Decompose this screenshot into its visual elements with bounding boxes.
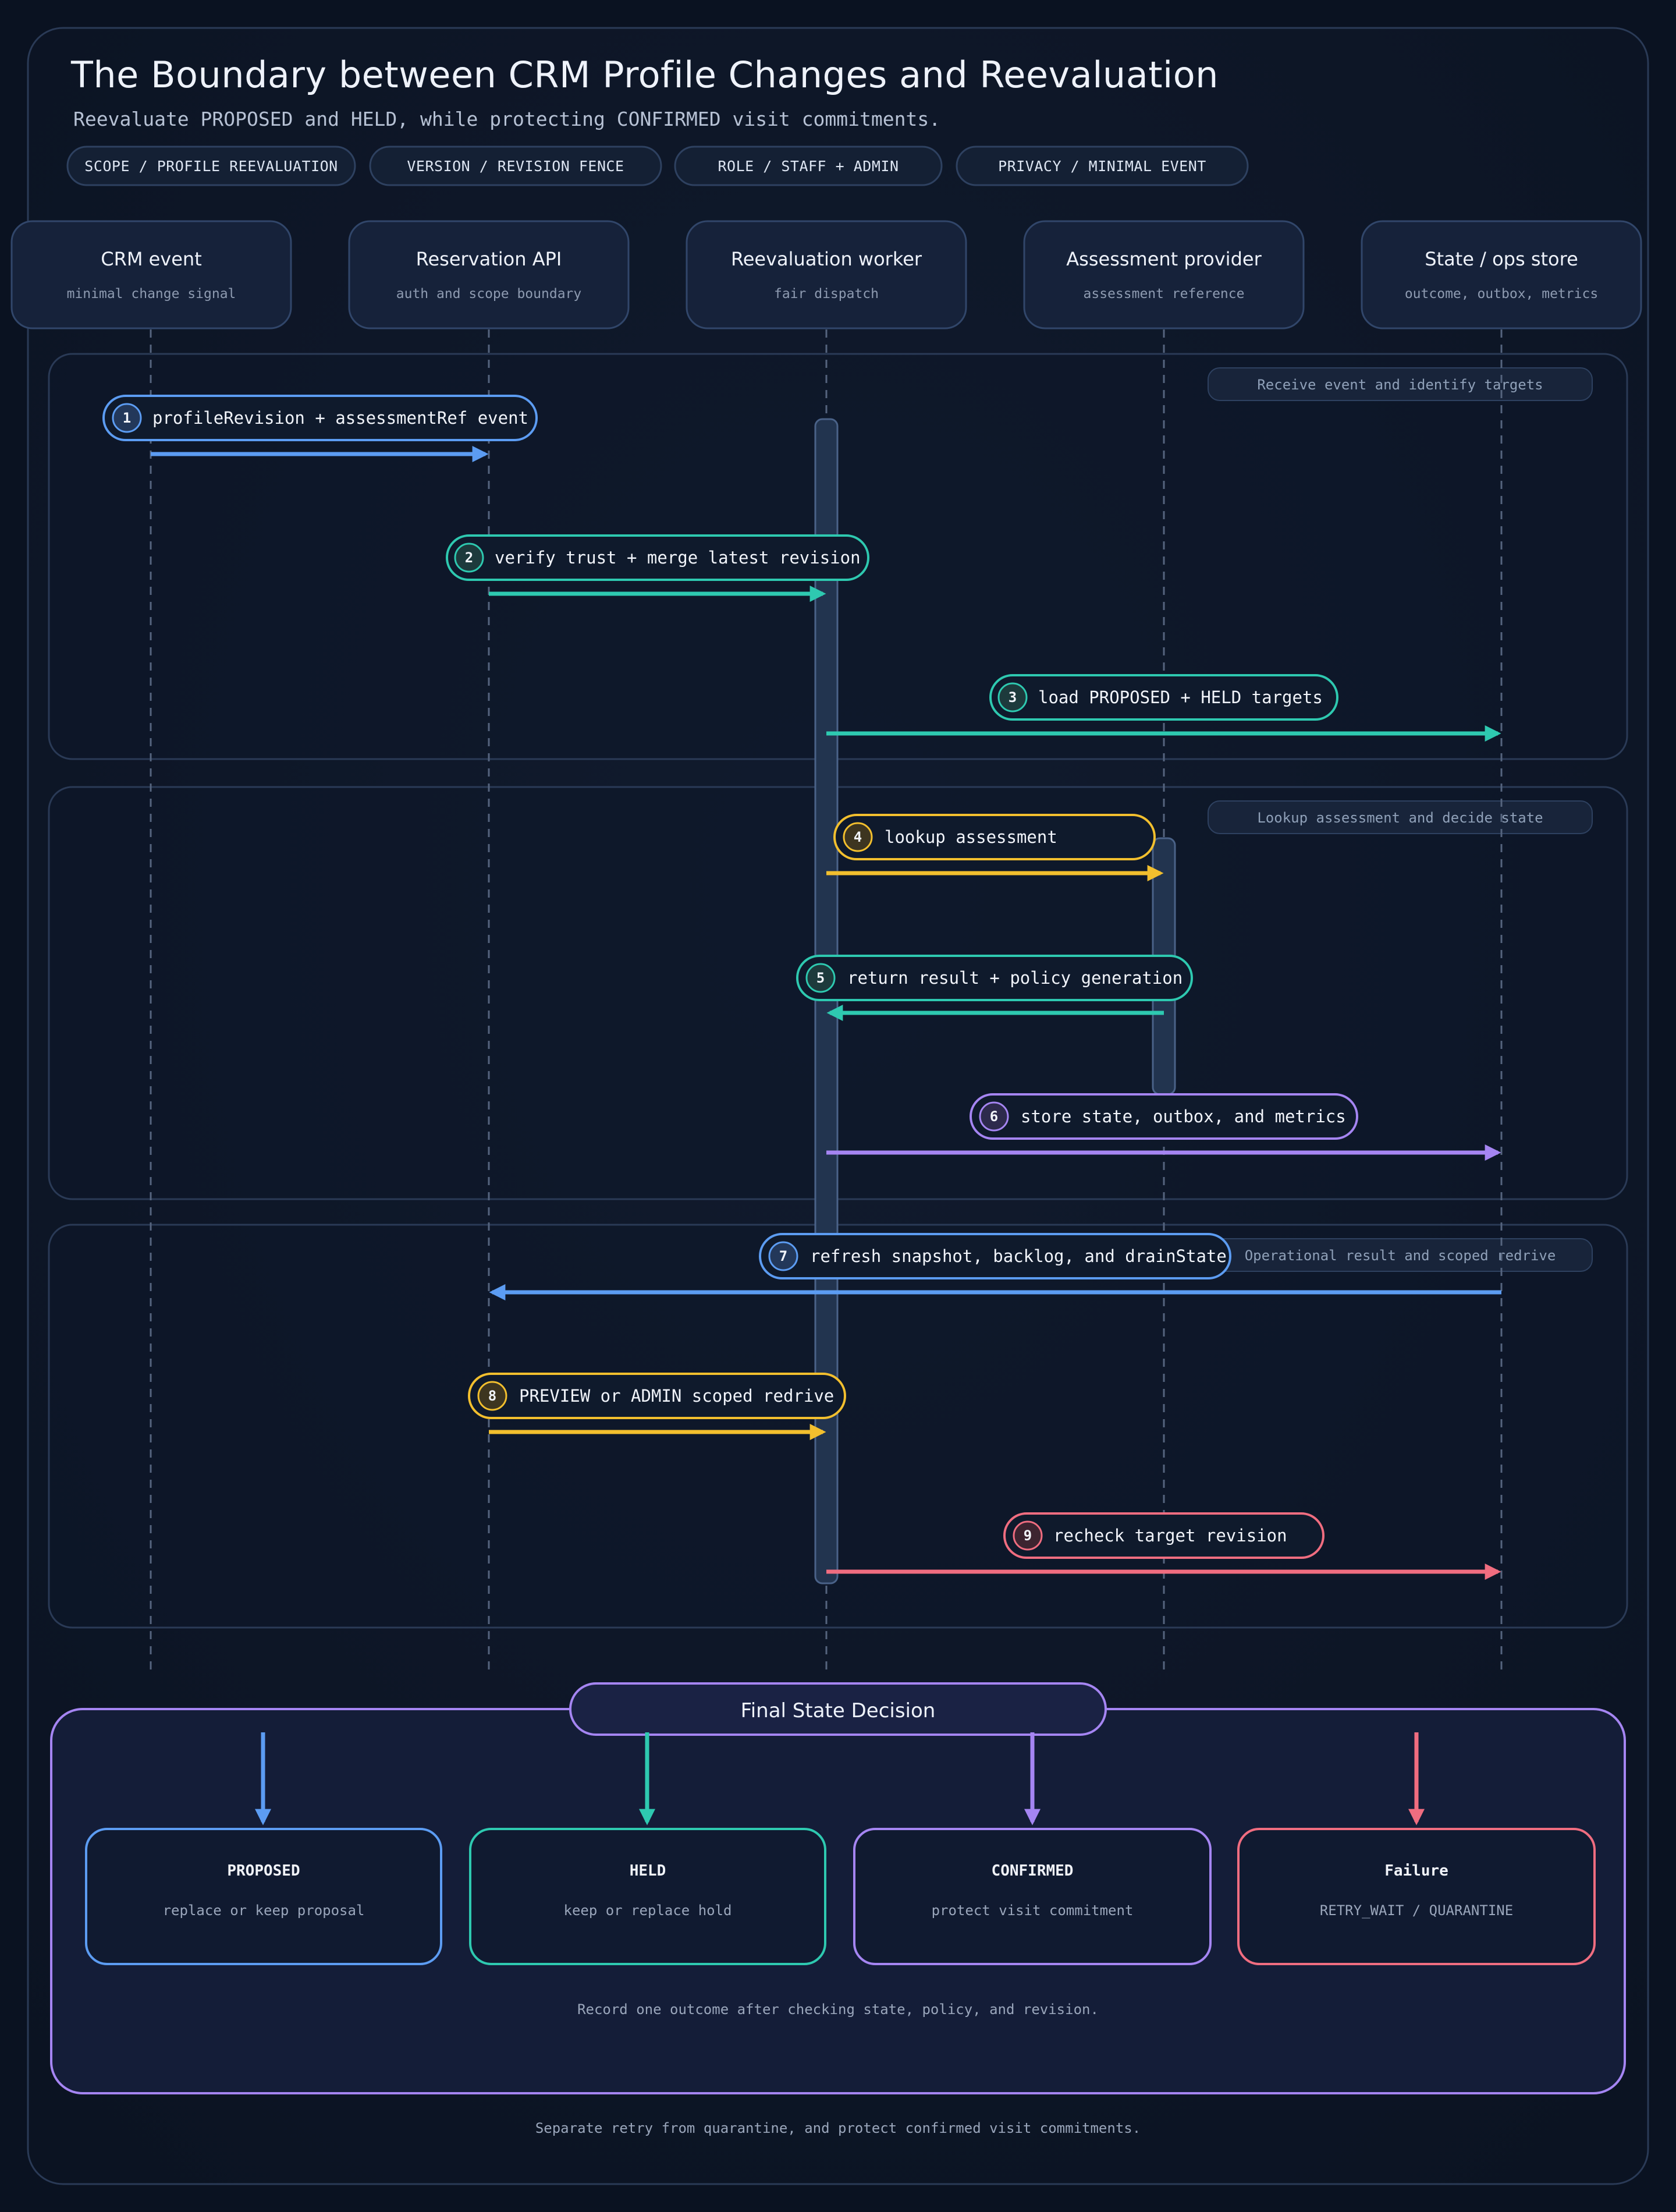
participant-subtitle: assessment reference xyxy=(1084,286,1245,302)
chip-privacy: PRIVACY / MINIMAL EVENT xyxy=(956,146,1249,186)
phase-tag-operational: Operational result and scoped redrive xyxy=(1208,1238,1593,1272)
participant-subtitle: fair dispatch xyxy=(774,286,879,302)
participant-title: Reservation API xyxy=(416,248,562,270)
message-label: refresh snapshot, backlog, and drainStat… xyxy=(810,1246,1227,1266)
footer-note: Separate retry from quarantine, and prot… xyxy=(535,2120,1141,2136)
phase-label: Receive event and identify targets xyxy=(1257,377,1543,393)
participant-reevaluation-worker: Reevaluation worker fair dispatch xyxy=(686,220,967,329)
message-label: PREVIEW or ADMIN scoped redrive xyxy=(519,1386,834,1406)
message-label: load PROPOSED + HELD targets xyxy=(1038,687,1323,707)
message-label: verify trust + merge latest revision xyxy=(495,548,861,568)
participant-crm-event: CRM event minimal change signal xyxy=(10,220,292,329)
message-label: store state, outbox, and metrics xyxy=(1021,1107,1346,1126)
outcome-subtitle: keep or replace hold xyxy=(564,1902,732,1919)
outcome-proposed: PROPOSED replace or keep proposal xyxy=(85,1828,442,1965)
step-number: 9 xyxy=(1024,1527,1032,1544)
outcome-confirmed: CONFIRMED protect visit commitment xyxy=(853,1828,1212,1965)
message-label: return result + policy generation xyxy=(847,968,1183,988)
outcome-subtitle: protect visit commitment xyxy=(932,1902,1134,1919)
chip-version: VERSION / REVISION FENCE xyxy=(369,146,662,186)
step-number: 7 xyxy=(779,1248,787,1264)
chip-label: ROLE / STAFF + ADMIN xyxy=(718,158,899,175)
participant-subtitle: auth and scope boundary xyxy=(396,286,582,302)
message-label: profileRevision + assessmentRef event xyxy=(152,408,528,428)
participant-state-store: State / ops store outcome, outbox, metri… xyxy=(1361,220,1642,329)
step-number: 3 xyxy=(1009,689,1017,706)
step-number: 6 xyxy=(990,1108,998,1125)
chip-role: ROLE / STAFF + ADMIN xyxy=(674,146,943,186)
chip-scope: SCOPE / PROFILE REEVALUATION xyxy=(66,146,356,186)
participant-title: Reevaluation worker xyxy=(731,248,922,270)
participant-assessment-provider: Assessment provider assessment reference xyxy=(1023,220,1305,329)
step-number: 5 xyxy=(816,970,825,986)
phase-label: Lookup assessment and decide state xyxy=(1257,810,1543,826)
phase-label: Operational result and scoped redrive xyxy=(1245,1247,1556,1264)
outcome-title: HELD xyxy=(630,1862,666,1880)
message-label: recheck target revision xyxy=(1053,1526,1287,1545)
step-number: 2 xyxy=(465,550,473,566)
phase-tag-lookup: Lookup assessment and decide state xyxy=(1208,800,1593,834)
chip-label: VERSION / REVISION FENCE xyxy=(407,158,624,175)
step-number: 1 xyxy=(123,410,131,426)
participant-title: Assessment provider xyxy=(1066,248,1262,270)
chip-label: PRIVACY / MINIMAL EVENT xyxy=(998,158,1206,175)
outcome-subtitle: RETRY_WAIT / QUARANTINE xyxy=(1320,1902,1513,1919)
decision-note: Record one outcome after checking state,… xyxy=(577,2001,1099,2018)
outcome-title: CONFIRMED xyxy=(992,1862,1074,1880)
chip-label: SCOPE / PROFILE REEVALUATION xyxy=(84,158,338,175)
page-title: The Boundary between CRM Profile Changes… xyxy=(70,54,1219,96)
step-number: 4 xyxy=(854,829,862,845)
participant-title: CRM event xyxy=(101,248,202,270)
outcome-failure: Failure RETRY_WAIT / QUARANTINE xyxy=(1237,1828,1596,1965)
outcome-title: Failure xyxy=(1384,1862,1448,1880)
decision-header: Final State Decision xyxy=(569,1682,1107,1736)
sequence-diagram: The Boundary between CRM Profile Changes… xyxy=(10,27,1649,2185)
participant-subtitle: outcome, outbox, metrics xyxy=(1405,286,1598,302)
participant-reservation-api: Reservation API auth and scope boundary xyxy=(348,220,630,329)
participant-title: State / ops store xyxy=(1425,248,1578,270)
phase-tag-receive: Receive event and identify targets xyxy=(1208,367,1593,401)
step-number: 8 xyxy=(488,1388,496,1404)
outcome-subtitle: replace or keep proposal xyxy=(163,1902,365,1919)
message-label: lookup assessment xyxy=(885,827,1057,847)
outcome-held: HELD keep or replace hold xyxy=(469,1828,826,1965)
participant-subtitle: minimal change signal xyxy=(67,286,236,302)
page-subtitle: Reevaluate PROPOSED and HELD, while prot… xyxy=(73,108,940,130)
outcome-title: PROPOSED xyxy=(227,1862,300,1880)
decision-title: Final State Decision xyxy=(741,1699,936,1722)
